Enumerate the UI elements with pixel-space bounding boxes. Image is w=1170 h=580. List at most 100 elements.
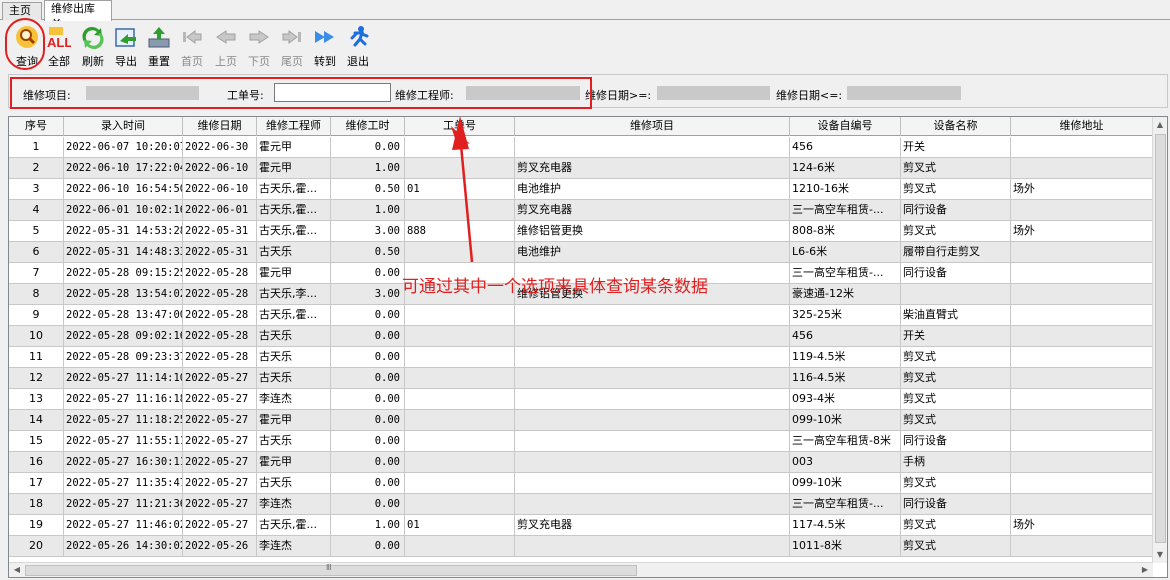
cell-repair-date[interactable]: 2022-05-27 — [183, 494, 257, 515]
cell-repair-address[interactable] — [1011, 158, 1153, 179]
cell-repair-date[interactable]: 2022-05-31 — [183, 242, 257, 263]
cell-repair-date[interactable]: 2022-05-27 — [183, 473, 257, 494]
cell-device-name[interactable]: 剪叉式 — [901, 368, 1011, 389]
cell-device-code[interactable]: 099-10米 — [790, 473, 901, 494]
cell-engineer[interactable]: 李连杰 — [257, 536, 331, 557]
cell-work-hours[interactable]: 3.00 — [331, 221, 405, 242]
cell-repair-address[interactable] — [1011, 137, 1153, 158]
cell-repair-item[interactable] — [515, 410, 790, 431]
cell-repair-address[interactable] — [1011, 410, 1153, 431]
cell-repair-address[interactable] — [1011, 242, 1153, 263]
cell-work-hours[interactable]: 1.00 — [331, 200, 405, 221]
cell-device-name[interactable]: 同行设备 — [901, 494, 1011, 515]
cell-index[interactable]: 15 — [9, 431, 64, 452]
cell-index[interactable]: 12 — [9, 368, 64, 389]
cell-repair-item[interactable] — [515, 305, 790, 326]
cell-device-code[interactable]: 456 — [790, 137, 901, 158]
cell-repair-item[interactable] — [515, 431, 790, 452]
cell-repair-date[interactable]: 2022-06-10 — [183, 158, 257, 179]
cell-device-code[interactable]: 三一高空车租赁-... — [790, 494, 901, 515]
cell-repair-date[interactable]: 2022-06-30 — [183, 137, 257, 158]
reset-button[interactable]: 重置 — [143, 23, 175, 69]
cell-repair-date[interactable]: 2022-06-10 — [183, 179, 257, 200]
cell-repair-date[interactable]: 2022-05-27 — [183, 452, 257, 473]
cell-order-no[interactable] — [405, 452, 515, 473]
cell-work-hours[interactable]: 0.00 — [331, 494, 405, 515]
col-header-index[interactable]: 序号 — [9, 117, 64, 136]
cell-device-name[interactable]: 开关 — [901, 326, 1011, 347]
table-row[interactable]: 17 2022-05-27 11:35:47 2022-05-27 古天乐 0.00 09… — [9, 473, 1153, 494]
cell-entry-time[interactable]: 2022-05-28 13:54:02 — [64, 284, 183, 305]
cell-entry-time[interactable]: 2022-06-01 10:02:16 — [64, 200, 183, 221]
cell-index[interactable]: 4 — [9, 200, 64, 221]
cell-entry-time[interactable]: 2022-05-27 11:46:02 — [64, 515, 183, 536]
cell-repair-item[interactable] — [515, 347, 790, 368]
cell-work-hours[interactable]: 1.00 — [331, 158, 405, 179]
cell-repair-date[interactable]: 2022-05-26 — [183, 536, 257, 557]
cell-engineer[interactable]: 古天乐 — [257, 431, 331, 452]
cell-engineer[interactable]: 古天乐,霍... — [257, 305, 331, 326]
col-header-order-no[interactable]: 工单号 — [405, 117, 515, 136]
cell-device-code[interactable]: 003 — [790, 452, 901, 473]
cell-order-no[interactable]: 01 — [405, 179, 515, 200]
cell-entry-time[interactable]: 2022-05-28 09:23:37 — [64, 347, 183, 368]
cell-index[interactable]: 9 — [9, 305, 64, 326]
cell-engineer[interactable]: 古天乐 — [257, 242, 331, 263]
cell-repair-address[interactable] — [1011, 452, 1153, 473]
cell-repair-address[interactable] — [1011, 284, 1153, 305]
cell-repair-address[interactable] — [1011, 389, 1153, 410]
cell-work-hours[interactable]: 0.50 — [331, 242, 405, 263]
cell-order-no[interactable]: 01 — [405, 515, 515, 536]
cell-order-no[interactable] — [405, 368, 515, 389]
cell-engineer[interactable]: 霍元甲 — [257, 410, 331, 431]
horizontal-scroll-thumb[interactable]: Ⅲ — [25, 563, 637, 576]
cell-repair-item[interactable] — [515, 326, 790, 347]
cell-index[interactable]: 18 — [9, 494, 64, 515]
cell-order-no[interactable] — [405, 431, 515, 452]
scroll-up-icon[interactable]: ▲ — [1153, 118, 1167, 132]
cell-order-no[interactable] — [405, 473, 515, 494]
cell-entry-time[interactable]: 2022-05-28 09:15:25 — [64, 263, 183, 284]
cell-entry-time[interactable]: 2022-05-27 11:35:47 — [64, 473, 183, 494]
cell-repair-date[interactable]: 2022-05-27 — [183, 389, 257, 410]
cell-repair-item[interactable] — [515, 473, 790, 494]
cell-engineer[interactable]: 霍元甲 — [257, 137, 331, 158]
cell-engineer[interactable]: 李连杰 — [257, 389, 331, 410]
cell-work-hours[interactable]: 0.00 — [331, 137, 405, 158]
cell-engineer[interactable]: 霍元甲 — [257, 263, 331, 284]
cell-repair-date[interactable]: 2022-05-28 — [183, 347, 257, 368]
cell-index[interactable]: 8 — [9, 284, 64, 305]
cell-engineer[interactable]: 霍元甲 — [257, 452, 331, 473]
cell-repair-date[interactable]: 2022-05-31 — [183, 221, 257, 242]
cell-entry-time[interactable]: 2022-05-31 14:53:28 — [64, 221, 183, 242]
cell-index[interactable]: 5 — [9, 221, 64, 242]
table-row[interactable]: 16 2022-05-27 16:30:11 2022-05-27 霍元甲 0.00 00… — [9, 452, 1153, 473]
cell-device-code[interactable]: 808-8米 — [790, 221, 901, 242]
table-row[interactable]: 18 2022-05-27 11:21:36 2022-05-27 李连杰 0.00 三… — [9, 494, 1153, 515]
cell-order-no[interactable] — [405, 494, 515, 515]
tab-repair-outbound[interactable]: 维修出库单 — [44, 0, 112, 31]
cell-work-hours[interactable]: 0.00 — [331, 347, 405, 368]
cell-device-code[interactable]: 1011-8米 — [790, 536, 901, 557]
cell-repair-item[interactable] — [515, 368, 790, 389]
cell-device-name[interactable]: 开关 — [901, 137, 1011, 158]
cell-repair-address[interactable]: 场外 — [1011, 515, 1153, 536]
cell-repair-address[interactable]: 场外 — [1011, 221, 1153, 242]
cell-device-code[interactable]: 325-25米 — [790, 305, 901, 326]
cell-device-code[interactable]: 119-4.5米 — [790, 347, 901, 368]
cell-index[interactable]: 1 — [9, 137, 64, 158]
cell-device-name[interactable]: 履带自行走剪叉 — [901, 242, 1011, 263]
cell-order-no[interactable] — [405, 410, 515, 431]
cell-work-hours[interactable]: 0.00 — [331, 452, 405, 473]
cell-engineer[interactable]: 古天乐,霍... — [257, 179, 331, 200]
scroll-down-icon[interactable]: ▼ — [1153, 548, 1167, 562]
cell-order-no[interactable]: 888 — [405, 221, 515, 242]
cell-repair-item[interactable]: 电池维护 — [515, 242, 790, 263]
cell-repair-item[interactable] — [515, 389, 790, 410]
table-row[interactable]: 13 2022-05-27 11:16:18 2022-05-27 李连杰 0.00 09… — [9, 389, 1153, 410]
scroll-left-icon[interactable]: ◀ — [10, 563, 24, 577]
exit-button[interactable]: 退出 — [342, 23, 374, 69]
cell-engineer[interactable]: 李连杰 — [257, 494, 331, 515]
cell-device-name[interactable]: 剪叉式 — [901, 473, 1011, 494]
cell-repair-address[interactable] — [1011, 305, 1153, 326]
